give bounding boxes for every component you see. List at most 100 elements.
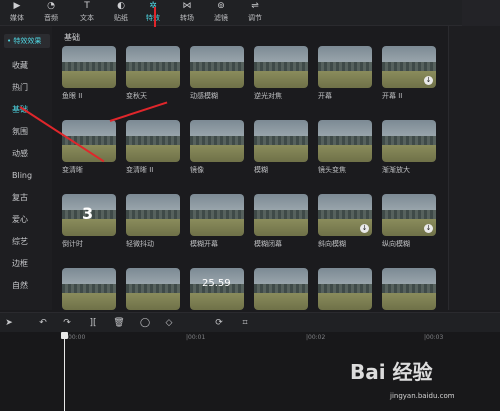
download-icon[interactable]: ↓ — [424, 224, 433, 233]
effect-thumbnail[interactable] — [62, 268, 116, 310]
effect-thumbnail[interactable] — [190, 120, 244, 162]
effect-thumbnail[interactable] — [318, 268, 372, 310]
effect-thumbnail[interactable] — [382, 120, 436, 162]
redo-icon[interactable]: ↷ — [60, 317, 74, 329]
effect-thumbnail[interactable] — [254, 120, 308, 162]
sidebar-item-dynamic[interactable]: 动感 — [0, 146, 52, 162]
sidebar-item-border[interactable]: 边框 — [0, 256, 52, 272]
effect-label: 变秋天 — [126, 92, 147, 100]
playhead[interactable] — [64, 332, 65, 411]
download-icon[interactable]: ↓ — [424, 76, 433, 85]
preview-panel — [448, 26, 500, 310]
tool-adjust[interactable]: ⇌ 调节 — [238, 0, 272, 26]
audio-icon: ◔ — [47, 1, 55, 11]
transition-icon: ⋈ — [182, 1, 192, 11]
sidebar-item-nature[interactable]: 自然 — [0, 278, 52, 294]
tool-filter[interactable]: ⊚ 滤镜 — [204, 0, 238, 26]
effect-label: 镜头变焦 — [318, 166, 346, 174]
tool-sticker[interactable]: ◐ 贴纸 — [104, 0, 138, 26]
tick-label: |00:03 — [424, 334, 444, 341]
tool-label: 特效 — [146, 14, 160, 22]
mirror-icon[interactable]: ◇ — [162, 317, 176, 329]
text-icon: T — [84, 1, 90, 11]
effect-thumbnail[interactable]: ↓ — [382, 46, 436, 88]
effect-thumbnail[interactable] — [382, 268, 436, 310]
cursor-icon[interactable]: ➤ — [2, 317, 16, 329]
filter-icon: ⊚ — [217, 1, 225, 11]
watermark-logo: Bai 经验 — [350, 360, 433, 384]
tool-media[interactable]: ▶ 媒体 — [0, 0, 34, 26]
effect-label: 逆光对焦 — [254, 92, 282, 100]
effect-label: 动感模糊 — [190, 92, 218, 100]
effect-thumbnail[interactable]: 3 — [62, 194, 116, 236]
player-panel-top — [462, 0, 500, 26]
effects-category-sidebar: • 特效效果 收藏 热门 基础 氛围 动感 Bling 复古 爱心 综艺 边框 … — [0, 26, 52, 310]
effect-thumbnail[interactable] — [126, 268, 180, 310]
tool-effects[interactable]: ✲ 特效 — [136, 0, 170, 26]
effect-label: 轻微抖动 — [126, 240, 154, 248]
effect-thumbnail[interactable] — [126, 120, 180, 162]
effect-label: 镜像 — [190, 166, 204, 174]
sidebar-header[interactable]: • 特效效果 — [4, 34, 50, 48]
tool-audio[interactable]: ◔ 音频 — [34, 0, 68, 26]
effect-label: 倒计时 — [62, 240, 83, 248]
effect-thumbnail[interactable] — [190, 194, 244, 236]
tick-label: |00:01 — [186, 334, 206, 341]
media-icon: ▶ — [13, 1, 21, 11]
tick-label: |00:02 — [306, 334, 326, 341]
effect-thumbnail[interactable] — [126, 194, 180, 236]
tool-label: 调节 — [248, 14, 262, 22]
sidebar-item-retro[interactable]: 复古 — [0, 190, 52, 206]
effect-label: 鱼眼 II — [62, 92, 83, 100]
effects-grid-panel: 基础 鱼眼 II 变秋天 动感模糊 逆光对焦 开幕 ↓ 开幕 II 变清晰 变清晰 II 镜像 模糊… — [52, 26, 448, 310]
effect-label: 纵向模糊 — [382, 240, 410, 248]
rotate-icon[interactable]: ⟳ — [212, 317, 226, 329]
sidebar-item-atmosphere[interactable]: 氛围 — [0, 124, 52, 140]
sidebar-item-hot[interactable]: 热门 — [0, 80, 52, 96]
split-icon[interactable]: ][ — [86, 317, 100, 329]
effect-thumbnail[interactable] — [318, 46, 372, 88]
tool-label: 转场 — [180, 14, 194, 22]
tool-transition[interactable]: ⋈ 转场 — [170, 0, 204, 26]
effect-thumbnail[interactable] — [254, 46, 308, 88]
timeline-toolbar: ➤ ↶ ↷ ][ 🗑 ◯ ◇ ⟳ ⌗ — [0, 312, 500, 332]
effect-thumbnail[interactable] — [190, 46, 244, 88]
watermark-url: jingyan.baidu.com — [390, 392, 455, 400]
tool-label: 媒体 — [10, 14, 24, 22]
effect-label: 变清晰 — [62, 166, 83, 174]
delete-icon[interactable]: 🗑 — [112, 317, 126, 329]
effect-thumbnail[interactable]: 25.59 — [190, 268, 244, 310]
thumbnail-overlay-text: 3 — [82, 204, 94, 223]
effect-thumbnail[interactable] — [254, 194, 308, 236]
crop-icon[interactable]: ⌗ — [238, 317, 252, 329]
effect-thumbnail[interactable] — [318, 120, 372, 162]
adjust-icon: ⇌ — [251, 1, 259, 11]
effect-label: 渐渐放大 — [382, 166, 410, 174]
effects-icon: ✲ — [149, 1, 157, 11]
effect-label: 模糊闭幕 — [254, 240, 282, 248]
tool-text[interactable]: T 文本 — [70, 0, 104, 26]
effect-thumbnail[interactable] — [254, 268, 308, 310]
sticker-icon: ◐ — [117, 1, 125, 11]
sidebar-item-love[interactable]: 爱心 — [0, 212, 52, 228]
tool-label: 贴纸 — [114, 14, 128, 22]
effect-label: 斜向模糊 — [318, 240, 346, 248]
section-title: 基础 — [64, 33, 80, 42]
sidebar-item-variety[interactable]: 综艺 — [0, 234, 52, 250]
undo-icon[interactable]: ↶ — [36, 317, 50, 329]
playhead-handle[interactable] — [61, 332, 68, 339]
tick-label: 00:00 — [68, 334, 86, 341]
effect-thumbnail[interactable] — [62, 46, 116, 88]
effect-label: 模糊 — [254, 166, 268, 174]
effect-thumbnail[interactable]: ↓ — [318, 194, 372, 236]
tool-label: 滤镜 — [214, 14, 228, 22]
effect-label: 模糊开幕 — [190, 240, 218, 248]
download-icon[interactable]: ↓ — [360, 224, 369, 233]
sidebar-item-bling[interactable]: Bling — [0, 168, 52, 184]
sidebar-item-favorites[interactable]: 收藏 — [0, 58, 52, 74]
freeze-icon[interactable]: ◯ — [138, 317, 152, 329]
effect-thumbnail[interactable] — [126, 46, 180, 88]
thumbnail-overlay-text: 25.59 — [202, 278, 231, 289]
effect-thumbnail[interactable]: ↓ — [382, 194, 436, 236]
annotation-arrow-effects — [154, 7, 156, 27]
